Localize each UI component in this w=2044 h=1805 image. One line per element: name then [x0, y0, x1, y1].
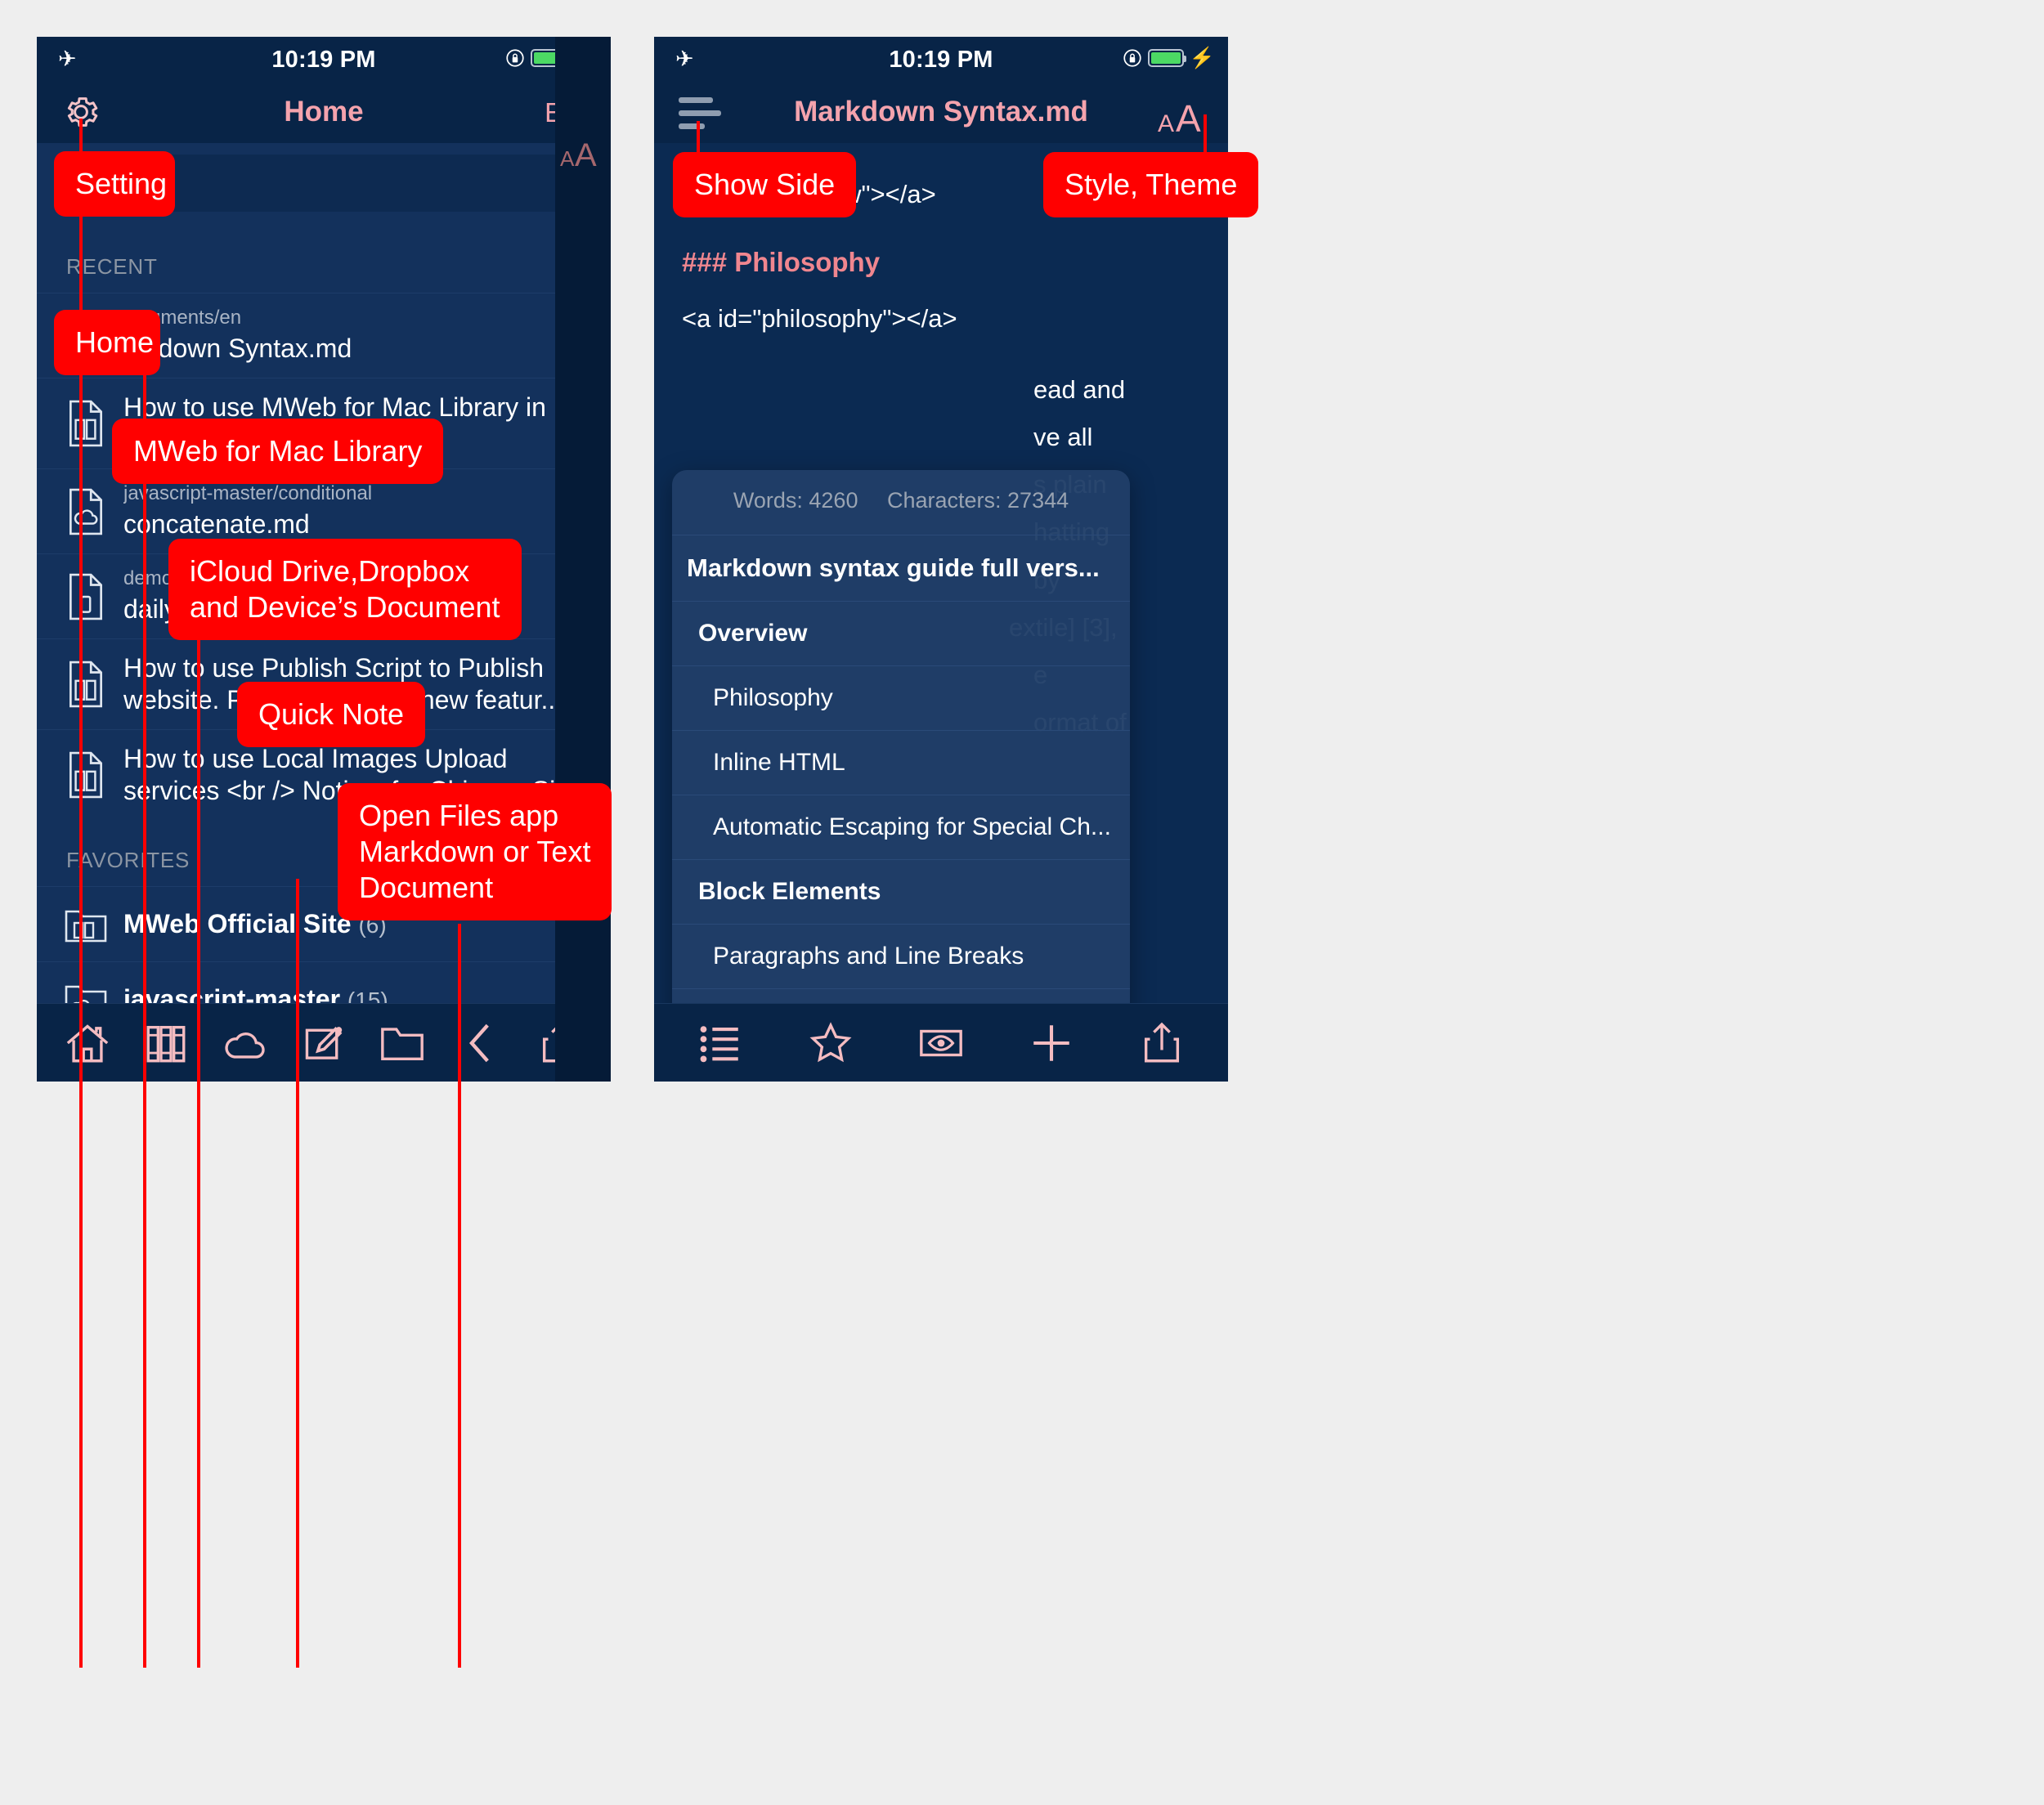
list-item-path: ...cuments/en — [123, 307, 242, 329]
document-cloud-icon — [69, 488, 102, 535]
annotation-connector — [143, 360, 146, 1668]
document-outline-popup[interactable]: Words: 4260 Characters: 27344 Markdown s… — [672, 470, 1130, 1082]
outline-item[interactable]: Overview — [672, 601, 1130, 665]
document-book-icon — [69, 400, 102, 447]
svg-text:A: A — [575, 137, 597, 173]
screenshot-canvas: ✈ 10:19 PM ⚡ Home Edit — [0, 0, 2044, 1805]
outline-item[interactable]: Markdown syntax guide full vers... — [672, 535, 1130, 601]
library-icon[interactable] — [142, 1019, 190, 1067]
list-item-title: ...kdown Syntax.md — [123, 334, 352, 363]
annotation-connector — [296, 879, 299, 1668]
outline-list-icon[interactable] — [697, 1019, 744, 1067]
document-line-heading: ### Philosophy — [682, 246, 881, 277]
folder-book-icon — [65, 910, 107, 943]
outline-item[interactable]: Inline HTML — [672, 730, 1130, 795]
document-editor[interactable]: <a id="overview"></a> ### Philosophy <a … — [654, 143, 1228, 1082]
section-header-recent: RECENT — [66, 254, 158, 279]
rotation-lock-icon — [506, 49, 524, 67]
star-icon[interactable] — [807, 1019, 854, 1067]
document-title: Markdown Syntax.md — [794, 96, 1088, 128]
text-style-AA-icon: A A — [1158, 97, 1201, 140]
svg-text:A: A — [1176, 97, 1201, 140]
home-icon[interactable] — [64, 1019, 111, 1067]
annotation-connector — [1204, 114, 1207, 154]
page-title: Home — [284, 96, 364, 128]
back-chevron-icon[interactable] — [458, 1019, 505, 1067]
folder-icon[interactable] — [379, 1019, 426, 1067]
annotation-icloud-dropbox: iCloud Drive,Dropbox and Device’s Docume… — [168, 539, 522, 640]
share-icon[interactable] — [1138, 1019, 1186, 1067]
eye-preview-icon[interactable] — [917, 1019, 965, 1067]
word-count: Words: 4260 — [733, 488, 858, 513]
annotation-open-files: Open Files app Markdown or Text Document — [338, 783, 612, 920]
svg-text:A: A — [560, 146, 575, 171]
outline-item[interactable]: Block Elements — [672, 859, 1130, 924]
plus-icon[interactable] — [1028, 1019, 1075, 1067]
charging-bolt-icon: ⚡ — [1189, 46, 1215, 69]
outline-item[interactable]: Paragraphs and Line Breaks — [672, 924, 1130, 988]
annotation-style-theme: Style, Theme — [1043, 152, 1259, 217]
annotation-home: Home — [54, 310, 160, 375]
annotation-connector — [197, 621, 200, 1668]
list-item-path: javascript-master/conditional — [123, 482, 373, 505]
document-book-icon — [69, 751, 102, 799]
document-book-icon — [69, 661, 102, 708]
annotation-connector — [458, 924, 461, 1668]
cloud-icon[interactable] — [222, 1019, 269, 1067]
document-stats: Words: 4260 Characters: 27344 — [672, 470, 1130, 535]
document-device-icon — [69, 573, 102, 620]
annotation-show-side: Show Side — [673, 152, 857, 217]
annotation-mweb-library: MWeb for Mac Library — [112, 419, 444, 484]
battery-icon — [1147, 49, 1186, 67]
outline-item[interactable]: Automatic Escaping for Special Ch... — [672, 795, 1130, 859]
style-theme-button[interactable]: A A — [1158, 97, 1208, 148]
status-bar-left: ✈ 10:19 PM ⚡ — [37, 37, 611, 83]
left-tab-bar — [37, 1003, 611, 1082]
status-bar-right: ✈ 10:19 PM ⚡ — [654, 37, 1228, 83]
annotation-quick-note: Quick Note — [237, 682, 426, 747]
right-navigation-bar: Markdown Syntax.md A A — [654, 83, 1228, 143]
right-tab-bar — [654, 1003, 1228, 1082]
character-count: Characters: 27344 — [886, 488, 1069, 513]
favorite-name: MWeb Official Site — [123, 909, 352, 939]
compose-note-icon[interactable] — [300, 1019, 347, 1067]
annotation-setting: Setting — [54, 151, 175, 217]
svg-text:A: A — [1158, 110, 1174, 137]
status-bar-right-group: ⚡ — [1122, 47, 1215, 69]
adjacent-screen-peek: A A — [555, 37, 611, 1082]
rotation-lock-icon — [1123, 49, 1141, 67]
text-style-AA-icon[interactable]: A A — [560, 135, 606, 178]
document-line: <a id="philosophy"></a> — [682, 304, 957, 333]
doc-fragment: ead and — [1033, 374, 1126, 404]
outline-item[interactable]: Philosophy — [672, 665, 1130, 730]
doc-fragment: ve all — [1033, 422, 1093, 451]
left-navigation-bar: Home Edit — [37, 83, 611, 143]
list-item-title: concatenate.md — [123, 509, 310, 540]
